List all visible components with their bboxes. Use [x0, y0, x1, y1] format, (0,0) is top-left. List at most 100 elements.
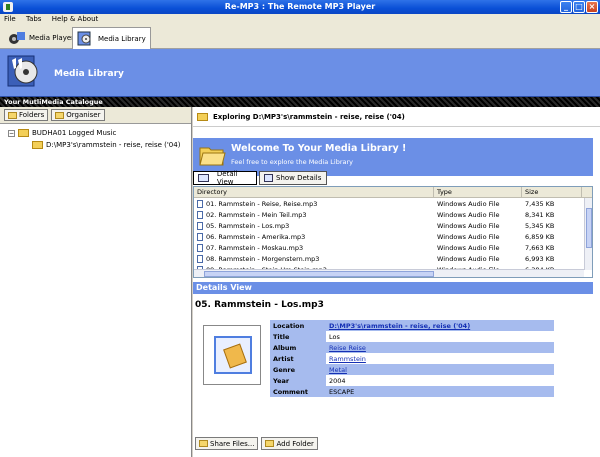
detail-value: 2004: [329, 376, 346, 385]
share-files-button[interactable]: Share Files...: [195, 437, 259, 450]
row-size: 7,435 KB: [525, 199, 555, 208]
menu-help[interactable]: Help & About: [48, 14, 103, 24]
detail-key: Album: [270, 342, 326, 353]
row-type: Windows Audio File: [437, 254, 500, 263]
folder-icon: [32, 141, 43, 149]
tab-media-player[interactable]: Media Player: [4, 27, 78, 49]
audio-file-icon: [197, 232, 203, 241]
welcome-subtitle: Feel free to explore the Media Library: [231, 158, 354, 166]
folder-icon: [55, 111, 65, 119]
audio-file-icon: [197, 221, 203, 230]
row-directory: 01. Rammstein - Reise, Reise.mp3: [194, 199, 434, 208]
col-directory[interactable]: Directory: [194, 187, 434, 197]
media-library-banner: Media Library: [0, 49, 600, 97]
tab-strip: Media Player Media Library: [0, 25, 600, 50]
detail-row: Location D:\MP3's\rammstein - reise, reis…: [270, 320, 554, 331]
row-type: Windows Audio File: [437, 210, 500, 219]
bottom-toolbar: Share Files... Add Folder: [195, 437, 318, 450]
detail-value[interactable]: Rammstein: [329, 355, 366, 363]
row-directory: 07. Rammstein - Moskau.mp3: [194, 243, 434, 252]
catalogue-bar: Your MutliMedia Catalogue: [0, 97, 600, 107]
file-list[interactable]: Directory Type Size 01. Rammstein - Reis…: [193, 186, 593, 278]
detail-key: Title: [270, 331, 326, 342]
show-details-label: Show Details: [276, 174, 322, 182]
tab-media-library-label: Media Library: [98, 35, 146, 43]
detail-value[interactable]: Reise Reise: [329, 344, 366, 352]
scroll-thumb[interactable]: [204, 271, 434, 277]
detail-value[interactable]: D:\MP3's\rammstein - reise, reise ('04): [329, 322, 470, 330]
folder-icon: [199, 440, 208, 447]
table-row[interactable]: 06. Rammstein - Amerika.mp3 Windows Audio…: [194, 231, 592, 242]
row-size: 6,859 KB: [525, 232, 555, 241]
row-directory: 02. Rammstein - Mein Teil.mp3: [194, 210, 434, 219]
audio-file-icon: [197, 210, 203, 219]
detail-key: Genre: [270, 364, 326, 375]
col-size[interactable]: Size: [522, 187, 582, 197]
details-view-header: Details View: [193, 282, 593, 294]
explore-path-bar: Exploring D:\MP3's\rammstein - reise, re…: [193, 107, 600, 127]
row-name: 05. Rammstein - Los.mp3: [206, 221, 290, 230]
folder-open-icon: [18, 129, 29, 137]
detail-row: Comment ESCAPE: [270, 386, 554, 397]
menu-tabs[interactable]: Tabs: [22, 14, 46, 24]
row-name: 02. Rammstein - Mein Teil.mp3: [206, 210, 307, 219]
selected-track-title: 05. Rammstein - Los.mp3: [195, 300, 324, 310]
row-type: Windows Audio File: [437, 243, 500, 252]
add-folder-label: Add Folder: [276, 439, 314, 448]
row-size: 6,993 KB: [525, 254, 555, 263]
album-art: [203, 325, 261, 385]
details-icon: [264, 174, 273, 182]
detail-view-icon: [198, 174, 209, 182]
table-row[interactable]: 02. Rammstein - Mein Teil.mp3 Windows Aud…: [194, 209, 592, 220]
folders-button[interactable]: Folders: [4, 109, 49, 121]
vertical-scrollbar[interactable]: [584, 198, 592, 270]
explore-path-label: Exploring D:\MP3's\rammstein - reise, re…: [213, 112, 405, 121]
detail-value: Los: [329, 332, 340, 341]
detail-row: Genre Metal: [270, 364, 554, 375]
organiser-button[interactable]: Organiser: [51, 109, 105, 121]
banner-title: Media Library: [54, 69, 124, 79]
row-type: Windows Audio File: [437, 199, 500, 208]
detail-view-button[interactable]: Detail View: [193, 170, 257, 186]
table-row[interactable]: 01. Rammstein - Reise, Reise.mp3 Windows …: [194, 198, 592, 209]
tree-node-child-label: D:\MP3's\rammstein - reise, reise ('04): [46, 141, 181, 149]
folder-icon: [197, 112, 208, 121]
scroll-thumb[interactable]: [586, 208, 592, 248]
detail-key: Artist: [270, 353, 326, 364]
collapse-icon[interactable]: −: [8, 129, 15, 137]
table-row[interactable]: 08. Rammstein - Morgenstern.mp3 Windows A…: [194, 253, 592, 264]
tab-media-library[interactable]: Media Library: [72, 27, 151, 50]
horizontal-scrollbar[interactable]: [194, 269, 584, 277]
detail-view-label: Detail View: [216, 170, 238, 186]
row-size: 8,341 KB: [525, 210, 555, 219]
folders-button-label: Folders: [19, 111, 45, 119]
title-bar: Re-MP3 : The Remote MP3 Player _ □ ×: [0, 0, 600, 14]
table-row[interactable]: 05. Rammstein - Los.mp3 Windows Audio Fil…: [194, 220, 592, 231]
tree-node-root[interactable]: − BUDHA01 Logged Music: [4, 127, 187, 139]
row-name: 01. Rammstein - Reise, Reise.mp3: [206, 199, 318, 208]
menu-file[interactable]: File: [0, 14, 20, 24]
file-list-header: Directory Type Size: [194, 187, 592, 198]
show-details-button[interactable]: Show Details: [259, 171, 327, 185]
detail-key: Year: [270, 375, 326, 386]
table-row[interactable]: 07. Rammstein - Moskau.mp3 Windows Audio …: [194, 242, 592, 253]
left-pane: Folders Organiser − BUDHA01 Logged Music…: [0, 107, 192, 457]
audio-file-icon: [197, 254, 203, 263]
tree-node-child[interactable]: D:\MP3's\rammstein - reise, reise ('04): [4, 139, 187, 151]
media-library-large-icon: [6, 52, 46, 92]
add-folder-button[interactable]: Add Folder: [261, 437, 318, 450]
media-library-icon: [77, 30, 95, 48]
row-size: 7,663 KB: [525, 243, 555, 252]
close-button[interactable]: ×: [586, 1, 598, 13]
share-files-label: Share Files...: [210, 439, 255, 448]
maximize-button[interactable]: □: [573, 1, 585, 13]
row-name: 07. Rammstein - Moskau.mp3: [206, 243, 304, 252]
welcome-title: Welcome To Your Media Library !: [231, 143, 407, 154]
details-table: Location D:\MP3's\rammstein - reise, reis…: [270, 320, 554, 397]
folder-icon: [265, 440, 275, 447]
minimize-button[interactable]: _: [560, 1, 572, 13]
detail-row: Year 2004: [270, 375, 554, 386]
detail-row: Album Reise Reise: [270, 342, 554, 353]
detail-value[interactable]: Metal: [329, 366, 347, 374]
col-type[interactable]: Type: [434, 187, 522, 197]
